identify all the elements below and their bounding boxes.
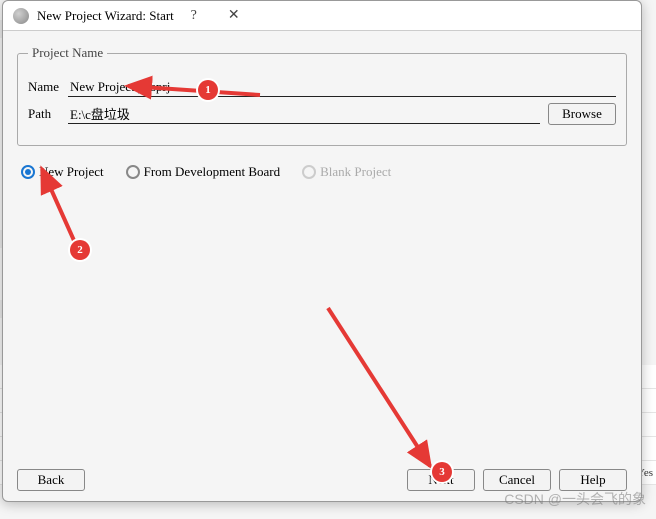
app-icon	[13, 8, 29, 24]
dialog-body: Project Name Name Path Browse New Projec…	[3, 31, 641, 194]
project-name-group: Project Name Name Path Browse	[17, 45, 627, 146]
radio-label: From Development Board	[144, 164, 280, 180]
project-type-radios: New Project From Development Board Blank…	[17, 160, 627, 180]
back-button[interactable]: Back	[17, 469, 85, 491]
path-input[interactable]	[68, 104, 540, 124]
cancel-button[interactable]: Cancel	[483, 469, 551, 491]
radio-icon	[126, 165, 140, 179]
radio-icon	[302, 165, 316, 179]
dialog-footer: Back Next Cancel Help	[17, 469, 627, 491]
radio-new-project[interactable]: New Project	[21, 164, 104, 180]
watermark: CSDN @一头会飞的象	[504, 489, 646, 509]
browse-button[interactable]: Browse	[548, 103, 616, 125]
help-footer-button[interactable]: Help	[559, 469, 627, 491]
radio-label: Blank Project	[320, 164, 391, 180]
annotation-badge-3: 3	[432, 462, 452, 482]
group-legend: Project Name	[28, 45, 107, 61]
titlebar: New Project Wizard: Start ? ✕	[3, 1, 641, 31]
radio-label: New Project	[39, 164, 104, 180]
name-label: Name	[28, 79, 68, 95]
help-button[interactable]: ?	[174, 2, 214, 30]
window-title: New Project Wizard: Start	[37, 8, 174, 24]
name-input[interactable]	[68, 77, 616, 97]
new-project-wizard-dialog: New Project Wizard: Start ? ✕ Project Na…	[2, 0, 642, 502]
close-button[interactable]: ✕	[214, 2, 254, 30]
path-label: Path	[28, 106, 68, 122]
annotation-badge-2: 2	[70, 240, 90, 260]
radio-from-board[interactable]: From Development Board	[126, 164, 280, 180]
radio-blank-project: Blank Project	[302, 164, 391, 180]
annotation-badge-1: 1	[198, 80, 218, 100]
radio-icon	[21, 165, 35, 179]
